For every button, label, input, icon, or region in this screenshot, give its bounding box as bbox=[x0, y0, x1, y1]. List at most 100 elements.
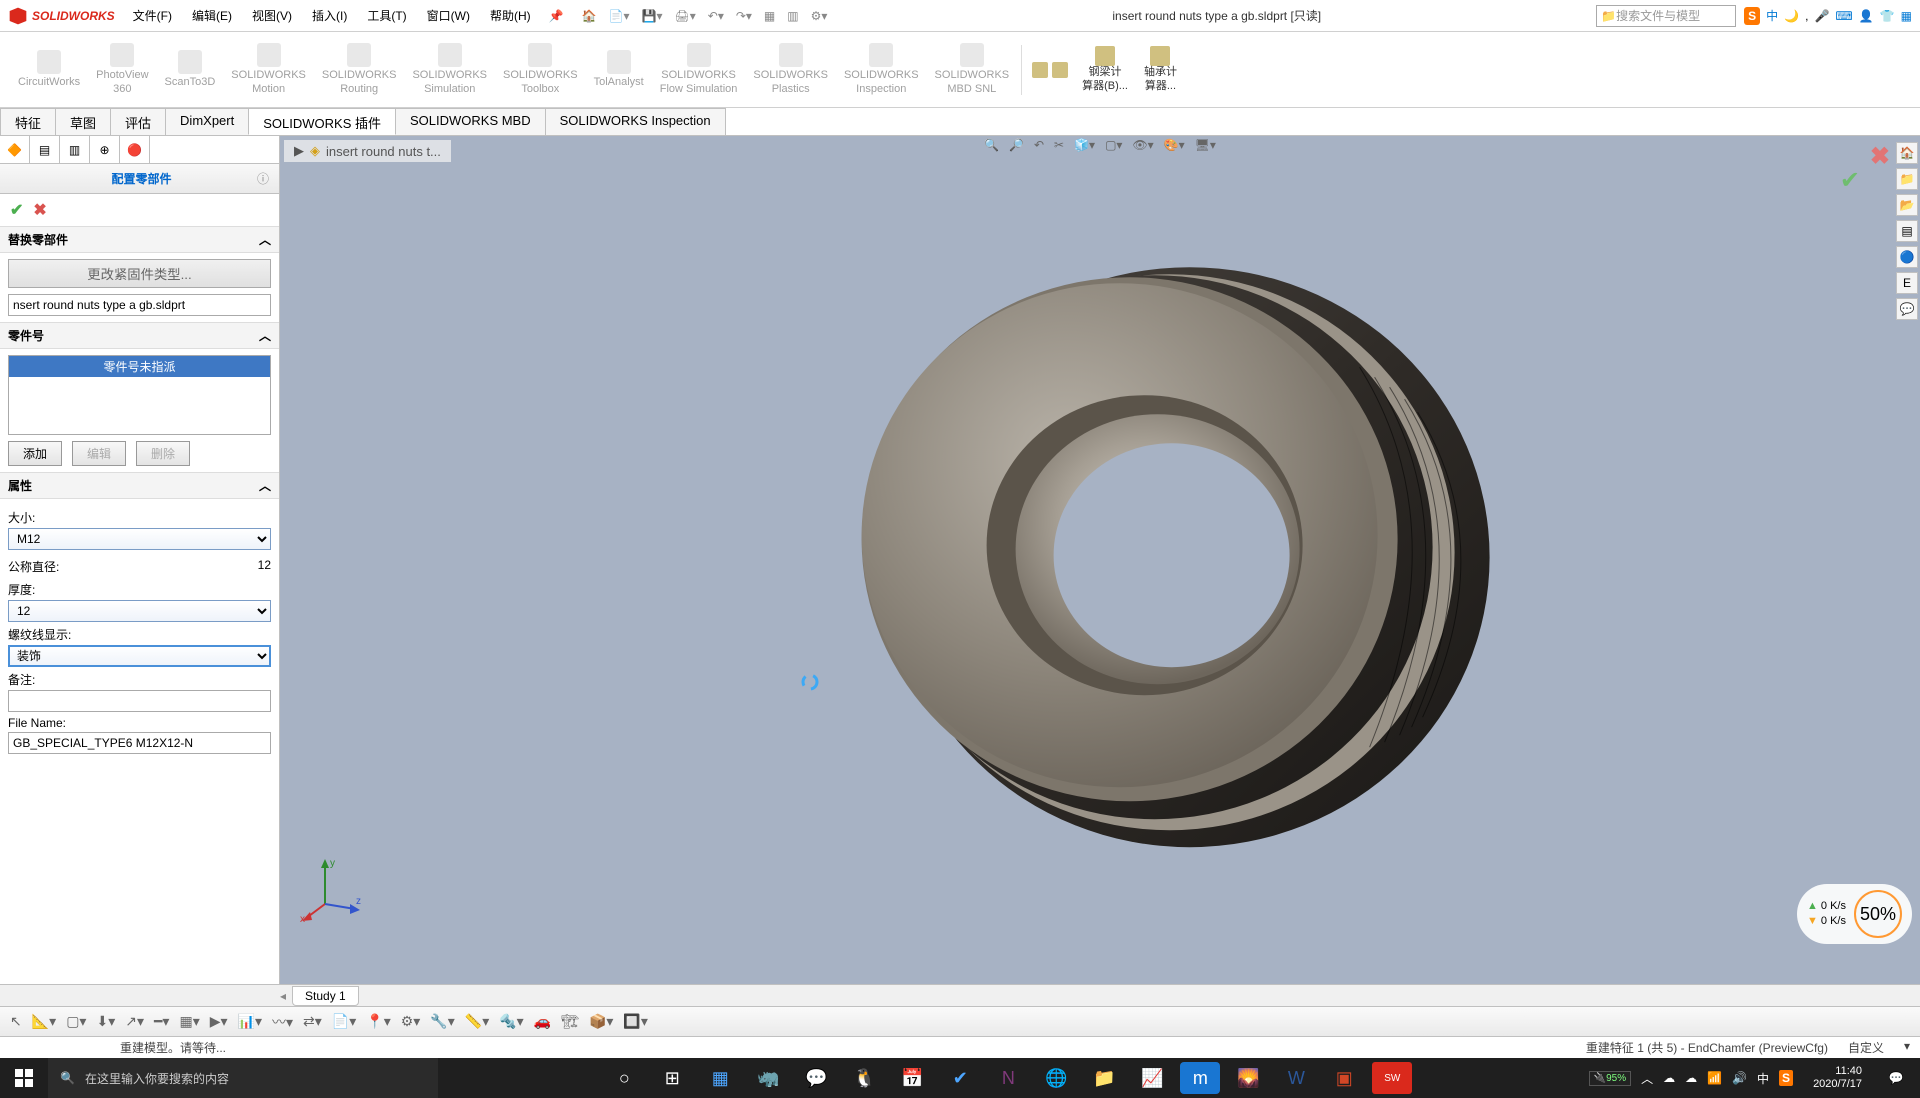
section-view-icon[interactable]: ✂ bbox=[1054, 138, 1064, 152]
taskbar-clock[interactable]: 11:40 2020/7/17 bbox=[1803, 1065, 1872, 1091]
tray-ime-icon[interactable]: 中 bbox=[1757, 1070, 1769, 1087]
orientation-triad[interactable]: y x z bbox=[300, 854, 370, 924]
hide-show-icon[interactable]: 👁▾ bbox=[1132, 138, 1153, 152]
app-m-icon[interactable]: m bbox=[1180, 1062, 1220, 1094]
app-dome-icon[interactable]: 🌄 bbox=[1228, 1062, 1268, 1094]
tab-addins[interactable]: SOLIDWORKS 插件 bbox=[248, 108, 396, 135]
taskpane-resources-icon[interactable]: 📁 bbox=[1896, 168, 1918, 190]
tab-evaluate[interactable]: 评估 bbox=[110, 108, 166, 135]
change-fastener-type-button[interactable]: 更改紧固件类型... bbox=[8, 259, 271, 288]
zoom-area-icon[interactable]: 🔎 bbox=[1009, 138, 1024, 152]
battery-indicator[interactable]: 🔌95% bbox=[1589, 1071, 1631, 1086]
sim-tool5-icon[interactable]: 🚗 bbox=[534, 1013, 551, 1030]
notification-icon[interactable]: 💬 bbox=[1872, 1071, 1920, 1085]
ribbon-motion[interactable]: SOLIDWORKSMotion bbox=[223, 39, 314, 99]
props-section-header[interactable]: 属性 ︿ bbox=[0, 472, 279, 499]
sim-connect-icon[interactable]: ━▾ bbox=[154, 1013, 169, 1030]
replace-section-header[interactable]: 替换零部件 ︿ bbox=[0, 226, 279, 253]
partnum-section-header[interactable]: 零件号 ︿ bbox=[0, 322, 279, 349]
search-box[interactable]: 📁 搜索文件与模型 bbox=[1596, 5, 1736, 27]
ime-lang[interactable]: 中 bbox=[1766, 7, 1778, 24]
taskpane-view-icon[interactable]: ▤ bbox=[1896, 220, 1918, 242]
partnum-listbox[interactable]: 零件号未指派 bbox=[8, 355, 271, 435]
breadcrumb[interactable]: ▶ ◈ insert round nuts t... bbox=[284, 140, 451, 162]
appearance-icon[interactable]: 🎨▾ bbox=[1164, 138, 1185, 152]
tray-chevron-icon[interactable]: ︿ bbox=[1641, 1070, 1653, 1087]
redo-icon[interactable]: ↷▾ bbox=[736, 9, 752, 23]
help-icon[interactable]: ⓘ bbox=[257, 170, 269, 187]
panel-tab-dimxpert-icon[interactable]: ⊕ bbox=[90, 136, 120, 163]
ribbon-photoview[interactable]: PhotoView360 bbox=[88, 39, 156, 99]
app-calc-icon[interactable]: ▦ bbox=[700, 1062, 740, 1094]
ribbon-scanto3d[interactable]: ScanTo3D bbox=[157, 46, 224, 93]
partnum-item-unassigned[interactable]: 零件号未指派 bbox=[9, 356, 270, 377]
ime-badge-icon[interactable]: S bbox=[1744, 7, 1760, 25]
ribbon-circuitworks[interactable]: CircuitWorks bbox=[10, 46, 88, 93]
ribbon-plastics[interactable]: SOLIDWORKSPlastics bbox=[745, 39, 836, 99]
sim-results-icon[interactable]: 📊▾ bbox=[238, 1013, 262, 1030]
ribbon-flowsim[interactable]: SOLIDWORKSFlow Simulation bbox=[652, 39, 746, 99]
sim-tool8-icon[interactable]: 🔲▾ bbox=[623, 1013, 647, 1030]
comma-icon[interactable]: , bbox=[1805, 9, 1808, 23]
mic-icon[interactable]: 🎤 bbox=[1814, 9, 1829, 23]
sim-tool4-icon[interactable]: 🔩▾ bbox=[499, 1013, 523, 1030]
tab-sketch[interactable]: 草图 bbox=[55, 108, 111, 135]
shirt-icon[interactable]: 👕 bbox=[1880, 9, 1895, 23]
bearing-icon[interactable] bbox=[1052, 62, 1068, 78]
sim-tool7-icon[interactable]: 📦▾ bbox=[589, 1013, 613, 1030]
sim-tool2-icon[interactable]: 🔧▾ bbox=[430, 1013, 454, 1030]
app-penguin-icon[interactable]: 🐧 bbox=[844, 1062, 884, 1094]
menu-insert[interactable]: 插入(I) bbox=[302, 3, 357, 28]
viewport-close-icon[interactable]: ✖ bbox=[1870, 142, 1890, 171]
tab-dimxpert[interactable]: DimXpert bbox=[165, 108, 249, 135]
ribbon-mbdsnl[interactable]: SOLIDWORKSMBD SNL bbox=[927, 39, 1018, 99]
study-nav-left-icon[interactable]: ◂ bbox=[280, 989, 286, 1003]
print-icon[interactable]: 🖨▾ bbox=[675, 9, 696, 23]
app-wechat-icon[interactable]: 💬 bbox=[796, 1062, 836, 1094]
menu-tools[interactable]: 工具(T) bbox=[357, 3, 416, 28]
taskpane-custom-icon[interactable]: E bbox=[1896, 272, 1918, 294]
ribbon-simulation[interactable]: SOLIDWORKSSimulation bbox=[404, 39, 495, 99]
sim-probe-icon[interactable]: 📍▾ bbox=[366, 1013, 390, 1030]
app-calendar-icon[interactable]: 📅 bbox=[892, 1062, 932, 1094]
ribbon-routing[interactable]: SOLIDWORKSRouting bbox=[314, 39, 405, 99]
taskpane-home-icon[interactable]: 🏠 bbox=[1896, 142, 1918, 164]
cortana-icon[interactable]: ○ bbox=[604, 1062, 644, 1094]
start-button[interactable] bbox=[0, 1058, 48, 1098]
moon-icon[interactable]: 🌙 bbox=[1784, 9, 1799, 23]
app-rhino-icon[interactable]: 🦏 bbox=[748, 1062, 788, 1094]
menu-view[interactable]: 视图(V) bbox=[242, 3, 302, 28]
tray-cloud-icon[interactable]: ☁ bbox=[1663, 1071, 1675, 1085]
menu-file[interactable]: 文件(F) bbox=[123, 3, 182, 28]
tab-inspection[interactable]: SOLIDWORKS Inspection bbox=[545, 108, 726, 135]
app-todo-icon[interactable]: ✔ bbox=[940, 1062, 980, 1094]
app-onenote-icon[interactable]: N bbox=[988, 1062, 1028, 1094]
ribbon-toolbox[interactable]: SOLIDWORKSToolbox bbox=[495, 39, 586, 99]
3d-viewport[interactable]: ▶ ◈ insert round nuts t... 🔍 🔎 ↶ ✂ 🧊▾ ▢▾… bbox=[280, 136, 1920, 984]
sim-fixture-icon[interactable]: ⬇▾ bbox=[96, 1013, 115, 1030]
app-ppt-icon[interactable]: ▣ bbox=[1324, 1062, 1364, 1094]
cancel-button-icon[interactable]: ✖ bbox=[33, 200, 46, 220]
app-edge-icon[interactable]: 🌐 bbox=[1036, 1062, 1076, 1094]
tray-volume-icon[interactable]: 🔊 bbox=[1732, 1071, 1747, 1085]
app-solidworks-icon[interactable]: SW bbox=[1372, 1062, 1412, 1094]
viewport-ok-icon[interactable]: ✔ bbox=[1840, 166, 1860, 195]
ribbon-bearing-calc[interactable]: 轴承计算器... bbox=[1136, 42, 1185, 96]
beam-icon[interactable] bbox=[1032, 62, 1048, 78]
menu-window[interactable]: 窗口(W) bbox=[417, 3, 480, 28]
panel-tab-feature-icon[interactable]: 🔶 bbox=[0, 136, 30, 163]
panel-tab-appearance-icon[interactable]: 🔴 bbox=[120, 136, 150, 163]
sim-mat-icon[interactable]: ▢▾ bbox=[66, 1013, 86, 1030]
sim-study-icon[interactable]: 📐▾ bbox=[32, 1013, 56, 1030]
undo-icon[interactable]: ↶▾ bbox=[708, 9, 724, 23]
sim-load-icon[interactable]: ↗▾ bbox=[125, 1013, 144, 1030]
size-select[interactable]: M12 bbox=[8, 528, 271, 550]
menu-edit[interactable]: 编辑(E) bbox=[182, 3, 242, 28]
new-icon[interactable]: 🏠 bbox=[582, 9, 597, 23]
zoom-fit-icon[interactable]: 🔍 bbox=[984, 138, 999, 152]
select-icon[interactable]: ▦ bbox=[764, 9, 775, 23]
sim-report-icon[interactable]: 📄▾ bbox=[332, 1013, 356, 1030]
pin-icon[interactable]: 📌 bbox=[541, 9, 572, 23]
part-filename-input[interactable] bbox=[8, 294, 271, 316]
tray-onedrive-icon[interactable]: ☁ bbox=[1685, 1071, 1697, 1085]
